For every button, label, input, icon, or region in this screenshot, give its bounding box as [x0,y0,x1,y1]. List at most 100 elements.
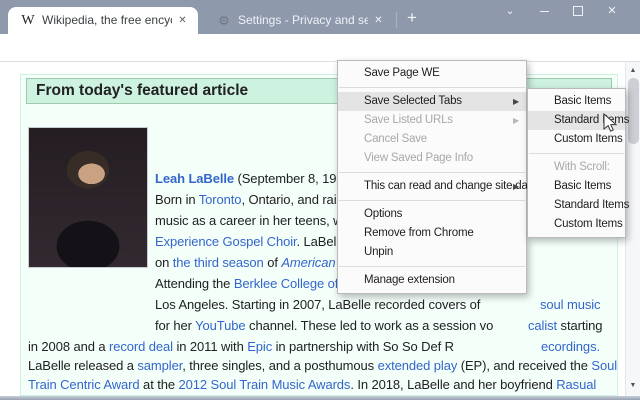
article-text-line: Los Angeles. Starting in 2007, LaBelle r… [155,297,480,313]
menu-separator [339,200,525,201]
wiki-link[interactable]: Soul [591,358,617,373]
wiki-link[interactable]: Train Centric Award [28,377,140,392]
article-text: on [155,255,173,270]
menu-item-save-selected-tabs[interactable]: Save Selected Tabs ▶ [338,92,526,111]
menu-item-manage-extension[interactable]: Manage extension [338,271,526,290]
menu-item-label: Basic Items [554,95,612,107]
menu-item-save-listed-urls: Save Listed URLs ▶ [338,111,526,130]
article-text-line: soul music [540,297,601,313]
submenu-arrow-icon: ▶ [513,116,519,125]
wiki-link[interactable]: Experience Gospel Choir [155,234,297,249]
article-text: in 2011 with [172,339,248,354]
article-text: Born in [155,192,199,207]
menu-separator [339,172,525,173]
wiki-link[interactable]: sampler [137,358,182,373]
menu-item-basic-items[interactable]: Basic Items [528,177,625,196]
wiki-link[interactable]: Epic [247,339,272,354]
window-maximize-button[interactable] [570,3,586,19]
article-text: (EP), and received the [457,358,592,373]
scroll-up-icon[interactable]: ▲ [626,64,640,78]
article-text: Attending the [155,276,234,291]
save-selected-tabs-submenu: Basic Items Standard Items Custom Items Wit… [527,88,630,238]
menu-item-label: With Scroll: [554,161,610,173]
wiki-link[interactable]: record deal [109,339,173,354]
wiki-link[interactable]: calist [528,318,557,333]
menu-item-standard-items[interactable]: Standard Items [528,196,629,215]
new-tab-button[interactable]: + [402,8,422,28]
menu-item-label: Custom Items [554,133,623,145]
wiki-link[interactable]: Leah LaBelle [155,171,234,186]
wiki-link[interactable]: ecordings. [541,339,600,354]
wiki-link[interactable]: 2012 Soul Train Music Awards [179,377,351,392]
menu-separator [339,87,525,88]
wiki-link[interactable]: Toronto [199,192,242,207]
menu-item-label: Options [364,208,403,220]
toolbar: en.wikipedia.org/wiki/Main_Page G ☆ [0,34,640,94]
menu-item-custom-items[interactable]: Custom Items [528,215,625,234]
mouse-cursor [603,113,617,132]
article-text-line: in 2008 and a record deal in 2011 with E… [28,339,454,355]
gear-icon: ⚙ [218,13,230,28]
article-text: channel. These led to work as a session … [245,318,494,333]
scroll-down-icon[interactable]: ▼ [626,379,640,393]
menu-item-label: View Saved Page Info [364,152,473,164]
menu-item-label: Manage extension [364,274,455,286]
menu-item-label: Cancel Save [364,133,428,145]
tab-search-chevron-icon[interactable]: ⌄ [500,3,520,19]
wikipedia-w-icon: W [21,13,35,28]
menu-item-label: This can read and change site data [364,180,537,192]
article-text: in partnership with So So Def R [272,339,454,354]
tab-title: Settings - Privacy and security [238,13,368,27]
window-minimize-button[interactable] [536,3,552,19]
tab-close-icon[interactable]: ✕ [175,13,190,28]
article-text: Los Angeles. Starting in 2007, LaBelle r… [155,297,481,312]
menu-item-label: Custom Items [554,218,623,230]
wiki-link[interactable]: soul music [540,297,601,312]
menu-item-label: Remove from Chrome [364,227,474,239]
menu-item-unpin[interactable]: Unpin [338,243,526,262]
article-text: , three singles, and a posthumous [182,358,378,373]
article-text: starting [557,318,603,333]
article-text: LaBelle released a [28,358,138,373]
wiki-link[interactable]: Rasual [556,377,596,392]
article-text: of [263,255,282,270]
article-text-line: ecordings. [541,339,600,355]
wiki-link[interactable]: the third season [173,255,264,270]
menu-item-label: Standard Items [554,199,630,211]
scrollbar-thumb[interactable] [628,78,639,144]
menu-item-cancel-save: Cancel Save [338,130,526,149]
menu-item-remove-from-chrome[interactable]: Remove from Chrome [338,224,526,243]
article-text: . In 2018, LaBelle and her boyfriend [350,377,557,392]
wiki-link[interactable]: extended play [378,358,458,373]
tab-settings[interactable]: ⚙ Settings - Privacy and security ✕ [204,7,394,34]
leah-labelle-photo[interactable] [28,127,148,268]
submenu-arrow-icon: ▶ [513,97,519,106]
menu-item-options[interactable]: Options [338,205,526,224]
menu-item-label: Save Listed URLs [364,114,453,126]
extension-context-menu: Save Page WE Save Selected Tabs ▶ Save List… [337,60,537,294]
tab-separator [396,12,397,28]
article-text-line: Train Centric Award at the 2012 Soul Tra… [28,377,596,393]
titlebar: W Wikipedia, the free encyclopedia ✕ ⚙ S… [0,0,640,34]
menu-item-label: Basic Items [554,180,612,192]
menu-separator [339,266,525,267]
article-text-line: for her YouTube channel. These led to wo… [155,318,493,334]
window-close-button[interactable]: ✕ [604,3,620,19]
tab-wikipedia[interactable]: W Wikipedia, the free encyclopedia ✕ [8,7,198,34]
menu-item-basic-items[interactable]: Basic Items [528,92,625,111]
menu-item-label: Unpin [364,246,394,258]
menu-item-label: Save Page WE [364,67,440,79]
tab-close-icon[interactable]: ✕ [371,13,386,28]
window-bottom-edge [0,396,640,400]
browser-window: W Wikipedia, the free encyclopedia ✕ ⚙ S… [0,0,640,400]
menu-item-label: Save Selected Tabs [364,95,462,107]
menu-item-with-scroll: With Scroll: [528,158,625,177]
menu-item-label: Standard Items [554,114,630,126]
wiki-link[interactable]: YouTube [195,318,245,333]
tab-title: Wikipedia, the free encyclopedia [42,13,172,27]
menu-item-save-page-we[interactable]: Save Page WE [338,64,526,83]
article-text: for her [155,318,196,333]
submenu-arrow-icon: ▶ [513,182,519,191]
menu-item-this-can-read-and-change-site-data[interactable]: This can read and change site data ▶ [338,177,537,196]
article-text: in 2008 and a [28,339,110,354]
